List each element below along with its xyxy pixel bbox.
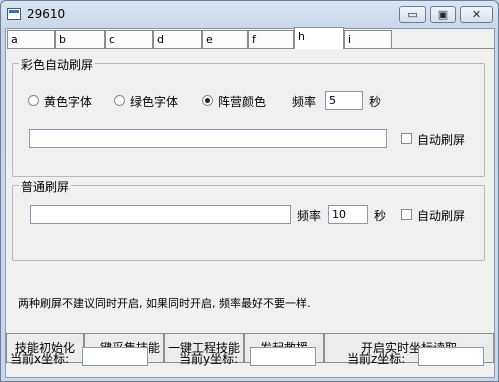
color-auto-refresh-checkbox[interactable] (401, 133, 412, 144)
app-window: 29610 ▭ ▣ ✕ a b c d e f h i 彩色自动刷屏 黄色字体 … (0, 0, 499, 382)
normal-sec-label: 秒 (374, 209, 387, 223)
radio-faction-label: 阵营颜色 (218, 95, 267, 109)
tab-h[interactable]: h (294, 27, 344, 49)
normal-freq-input[interactable]: 10 (328, 205, 368, 224)
z-coord-label: 当前z坐标: (347, 352, 406, 366)
radio-faction-color[interactable] (202, 95, 213, 106)
color-freq-label: 频率 (292, 95, 317, 109)
color-refresh-text-input[interactable] (29, 129, 387, 148)
x-coord-input[interactable] (82, 347, 148, 366)
refresh-warning-note: 两种刷屏不建议同时开启, 如果同时开启, 频率最好不要一样. (18, 297, 311, 310)
close-icon: ✕ (471, 8, 482, 21)
tab-c[interactable]: c (105, 30, 153, 48)
normal-auto-refresh-label: 自动刷屏 (417, 209, 466, 223)
tab-i[interactable]: i (344, 30, 392, 48)
normal-freq-label: 频率 (297, 209, 322, 223)
color-refresh-group: 彩色自动刷屏 黄色字体 绿色字体 阵营颜色 频率 5 秒 自动刷屏 (12, 56, 485, 177)
color-sec-label: 秒 (369, 95, 382, 109)
radio-yellow-label: 黄色字体 (44, 95, 93, 109)
tab-a[interactable]: a (7, 30, 55, 48)
window-title: 29610 (27, 7, 66, 21)
title-bar[interactable]: 29610 ▭ ▣ ✕ (1, 1, 498, 29)
color-auto-refresh-label: 自动刷屏 (417, 133, 466, 147)
app-window-icon (7, 8, 21, 20)
color-freq-input[interactable]: 5 (325, 91, 363, 110)
maximize-button[interactable]: ▣ (430, 6, 456, 23)
tab-b[interactable]: b (55, 30, 105, 48)
y-coord-input[interactable] (250, 347, 316, 366)
maximize-icon: ▣ (437, 8, 449, 21)
normal-refresh-group: 普通刷屏 频率 10 秒 自动刷屏 (12, 178, 485, 261)
normal-auto-refresh-checkbox[interactable] (401, 209, 412, 220)
radio-green-font[interactable] (114, 95, 125, 106)
radio-green-label: 绿色字体 (130, 95, 179, 109)
close-button[interactable]: ✕ (460, 6, 493, 23)
tab-d[interactable]: d (153, 30, 202, 48)
x-coord-label: 当前x坐标: (10, 352, 70, 366)
normal-refresh-title: 普通刷屏 (19, 178, 72, 195)
z-coord-input[interactable] (418, 347, 484, 366)
y-coord-label: 当前y坐标: (179, 352, 239, 366)
tab-e[interactable]: e (202, 30, 248, 48)
color-refresh-title: 彩色自动刷屏 (19, 56, 96, 73)
minimize-button[interactable]: ▭ (399, 6, 426, 23)
radio-yellow-font[interactable] (28, 95, 39, 106)
tab-f[interactable]: f (248, 30, 294, 48)
client-area: a b c d e f h i 彩色自动刷屏 黄色字体 绿色字体 阵营颜色 频率… (5, 27, 495, 378)
minimize-icon: ▭ (407, 8, 418, 21)
tab-baseline (7, 48, 495, 49)
normal-refresh-text-input[interactable] (30, 205, 291, 224)
